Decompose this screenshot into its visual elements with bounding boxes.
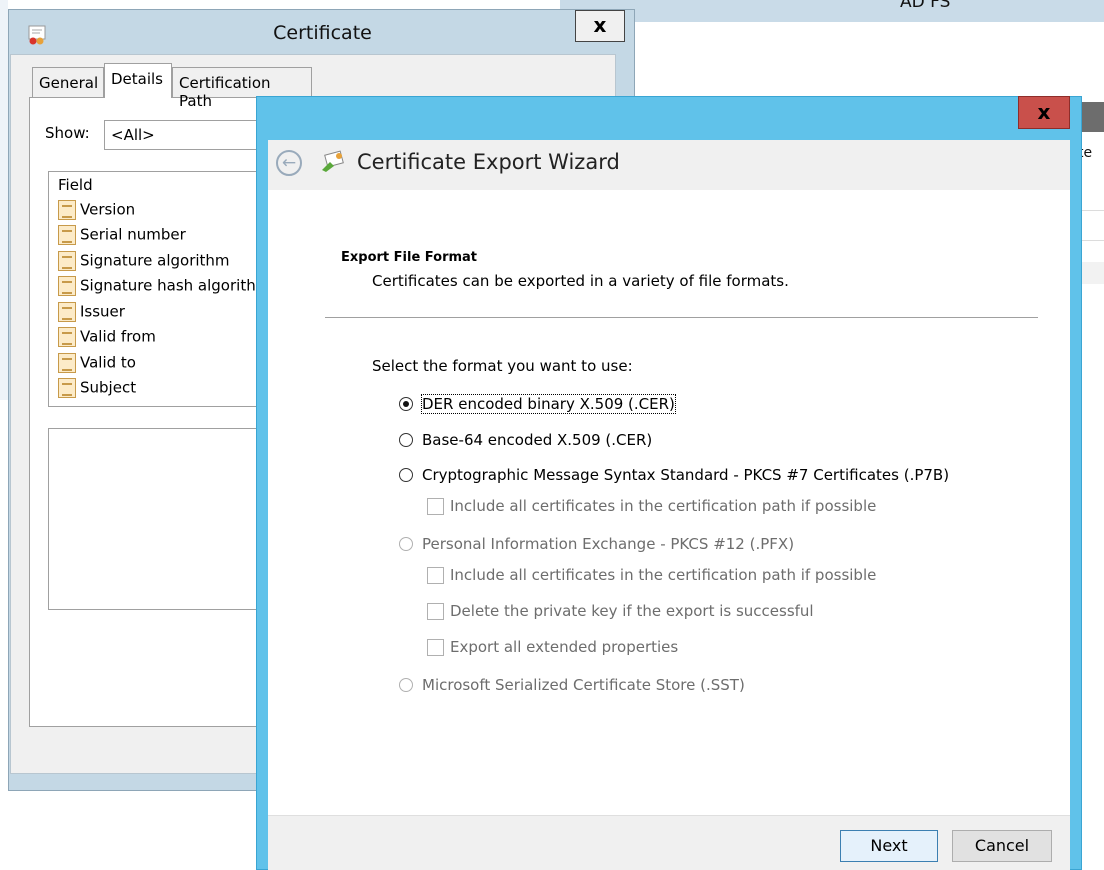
radio-label: Microsoft Serialized Certificate Store (… xyxy=(422,676,745,694)
field-icon xyxy=(58,327,76,347)
back-arrow-icon[interactable]: ← xyxy=(276,150,302,176)
radio-button[interactable] xyxy=(399,433,413,447)
close-icon[interactable]: x xyxy=(575,10,625,42)
field-row-label: Serial number xyxy=(80,225,186,244)
section-description: Certificates can be exported in a variet… xyxy=(372,272,789,290)
field-row-version[interactable]: Version xyxy=(58,200,135,224)
checkbox xyxy=(427,566,444,584)
field-column-header[interactable]: Field xyxy=(58,176,93,194)
radio-label: Personal Information Exchange - PKCS #12… xyxy=(422,535,795,553)
checkbox-label: Include all certificates in the certific… xyxy=(450,566,877,584)
checkbox-pfx-include-path: Include all certificates in the certific… xyxy=(427,564,876,586)
field-icon xyxy=(58,378,76,398)
radio-label: Base-64 encoded X.509 (.CER) xyxy=(422,431,653,449)
field-row-label: Signature algorithm xyxy=(80,251,230,270)
field-icon xyxy=(58,353,76,373)
background-left-strip xyxy=(0,0,8,400)
cancel-button[interactable]: Cancel xyxy=(952,830,1052,862)
wizard-title: Certificate Export Wizard xyxy=(357,150,620,174)
certificate-wizard-icon xyxy=(322,150,344,172)
field-row-serial-number[interactable]: Serial number xyxy=(58,225,186,249)
background-window-title: AD FS xyxy=(900,0,951,12)
field-row-valid-to[interactable]: Valid to xyxy=(58,353,136,377)
field-icon xyxy=(58,251,76,271)
section-divider xyxy=(325,317,1038,318)
checkbox-p7b-include-path: Include all certificates in the certific… xyxy=(427,495,876,517)
field-row-signature-algorithm[interactable]: Signature algorithm xyxy=(58,251,230,275)
field-row-label: Valid from xyxy=(80,327,156,346)
next-button[interactable]: Next xyxy=(840,830,938,862)
checkbox-export-extended-properties: Export all extended properties xyxy=(427,636,678,658)
field-value-box[interactable] xyxy=(48,428,268,610)
checkbox-delete-private-key: Delete the private key if the export is … xyxy=(427,600,814,622)
radio-pfx: Personal Information Exchange - PKCS #12… xyxy=(399,533,794,555)
field-icon xyxy=(58,276,76,296)
tab-general[interactable]: General xyxy=(32,67,104,97)
show-label: Show: xyxy=(45,124,90,142)
field-row-label: Version xyxy=(80,200,136,219)
close-icon[interactable]: x xyxy=(1018,96,1070,129)
field-row-label: Subject xyxy=(80,378,137,397)
radio-label: Cryptographic Message Syntax Standard - … xyxy=(422,466,950,484)
checkbox xyxy=(427,638,444,656)
field-icon xyxy=(58,302,76,322)
background-column-header xyxy=(1080,102,1104,132)
certificate-dialog-title: Certificate xyxy=(273,22,372,44)
background-row-line xyxy=(1082,240,1104,241)
background-row-line xyxy=(1082,210,1104,211)
checkbox xyxy=(427,602,444,620)
background-row-selected xyxy=(1082,262,1104,284)
field-icon xyxy=(58,200,76,220)
radio-base64[interactable]: Base-64 encoded X.509 (.CER) xyxy=(399,429,652,451)
format-prompt: Select the format you want to use: xyxy=(372,357,633,375)
checkbox-label: Export all extended properties xyxy=(450,638,679,656)
background-titlebar xyxy=(560,0,1104,22)
radio-button[interactable] xyxy=(399,397,413,411)
show-select[interactable]: <All> xyxy=(104,120,264,150)
section-heading: Export File Format xyxy=(341,250,478,265)
checkbox-label: Include all certificates in the certific… xyxy=(450,497,877,515)
radio-pkcs7[interactable]: Cryptographic Message Syntax Standard - … xyxy=(399,464,949,486)
field-row-subject[interactable]: Subject xyxy=(58,378,136,402)
field-row-valid-from[interactable]: Valid from xyxy=(58,327,156,351)
checkbox xyxy=(427,497,444,515)
radio-button xyxy=(399,537,413,551)
field-row-label: Valid to xyxy=(80,353,136,372)
radio-label: DER encoded binary X.509 (.CER) xyxy=(421,394,676,414)
radio-button xyxy=(399,678,413,692)
checkbox-label: Delete the private key if the export is … xyxy=(450,602,814,620)
radio-button[interactable] xyxy=(399,468,413,482)
field-row-label: Issuer xyxy=(80,302,125,321)
wizard-footer xyxy=(268,815,1070,870)
radio-sst: Microsoft Serialized Certificate Store (… xyxy=(399,674,745,696)
field-row-signature-hash-algorithm[interactable]: Signature hash algorithm xyxy=(58,276,270,300)
field-row-label: Signature hash algorithm xyxy=(80,276,271,295)
radio-der[interactable]: DER encoded binary X.509 (.CER) xyxy=(399,393,676,415)
field-row-issuer[interactable]: Issuer xyxy=(58,302,125,326)
field-icon xyxy=(58,225,76,245)
tab-details[interactable]: Details xyxy=(104,63,172,98)
tab-certification-path[interactable]: Certification Path xyxy=(172,67,312,110)
